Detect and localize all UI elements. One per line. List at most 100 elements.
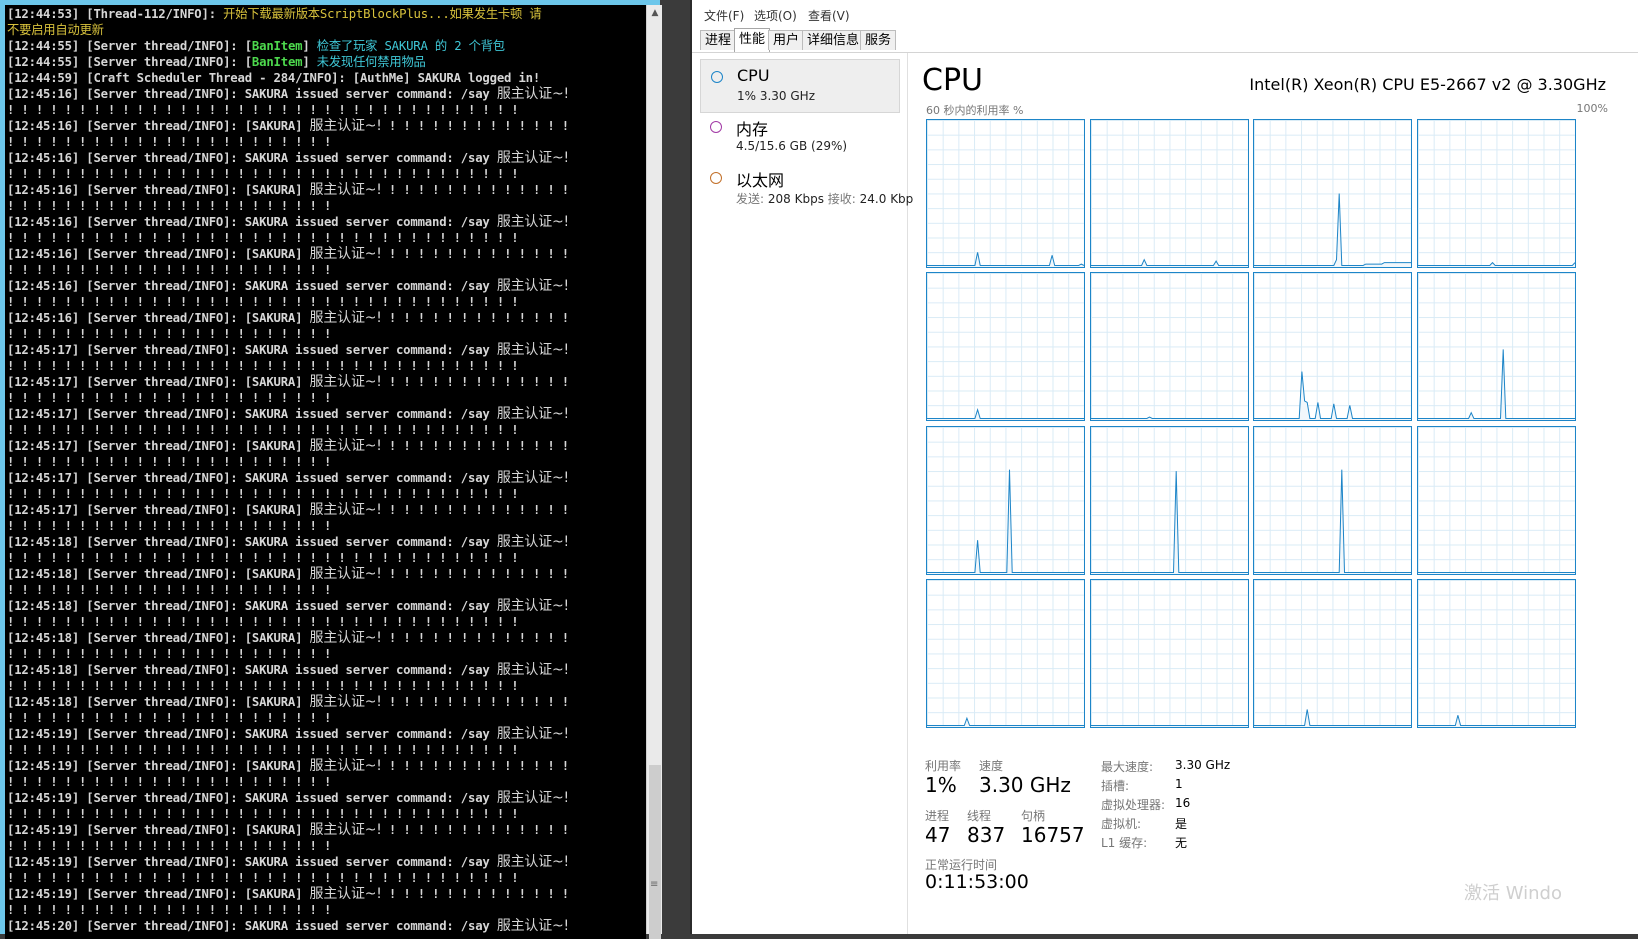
console-output[interactable]: [12:44:53] [Thread-112/INFO]: 开始下载最新版本Sc… — [5, 5, 646, 939]
console-scrollbar[interactable]: ▲ ≡ — [646, 5, 663, 939]
console-text: [12:44:59] [Craft Scheduler Thread - 284… — [7, 71, 541, 85]
console-line: ! ! ! ! ! ! ! ! ! ! ! ! ! ! ! ! ! ! ! ! … — [7, 486, 639, 502]
console-text: 服主认证~! — [309, 886, 382, 902]
console-line: ! ! ! ! ! ! ! ! ! ! ! ! ! ! ! ! ! ! ! ! … — [7, 902, 639, 918]
tab-services[interactable]: 服务 — [860, 30, 897, 50]
console-text: ! ! ! ! ! ! ! ! ! ! ! ! ! ! ! ! ! ! ! ! … — [7, 199, 332, 213]
console-window: [12:44:53] [Thread-112/INFO]: 开始下载最新版本Sc… — [0, 0, 663, 939]
cpu-core-graphs[interactable] — [926, 119, 1578, 731]
cpu-core-graph — [1089, 425, 1249, 575]
console-text: [12:45:16] [Server thread/INFO]: SAKURA … — [7, 215, 497, 229]
ethernet-recv-value: 24.0 Kbp — [859, 192, 914, 206]
cpu-core-line — [1254, 371, 1411, 420]
console-line: ! ! ! ! ! ! ! ! ! ! ! ! ! ! ! ! ! ! ! ! … — [7, 806, 639, 822]
menu-view[interactable]: 查看(V) — [808, 7, 850, 24]
tab-details[interactable]: 详细信息 — [802, 30, 865, 50]
cpu-panel: CPU Intel(R) Xeon(R) CPU E5-2667 v2 @ 3.… — [914, 53, 1634, 934]
console-text: ! ! ! ! ! ! ! ! ! ! ! ! ! — [381, 439, 569, 453]
console-text: ! ! ! ! ! ! ! ! ! ! ! ! ! ! ! ! ! ! ! ! … — [7, 359, 519, 373]
tab-processes[interactable]: 进程 — [700, 30, 737, 50]
cpu-core-line — [1254, 469, 1411, 573]
resource-ethernet[interactable]: 以太网 发送: 208 Kbps 接收: 24.0 Kbp — [700, 161, 913, 215]
console-text: ! ! ! ! ! ! ! ! ! ! ! ! ! — [381, 311, 569, 325]
cpu-core-line — [927, 252, 1084, 266]
console-line: ! ! ! ! ! ! ! ! ! ! ! ! ! ! ! ! ! ! ! ! … — [7, 710, 639, 726]
console-text: ! ! ! ! ! ! ! ! ! ! ! ! ! ! ! ! ! ! ! ! … — [7, 871, 519, 885]
console-text: 不要启用自动更新 — [7, 23, 104, 37]
console-line: ! ! ! ! ! ! ! ! ! ! ! ! ! ! ! ! ! ! ! ! … — [7, 454, 639, 470]
console-text: [12:44:53] [Thread-112/INFO]: — [7, 7, 224, 21]
ethernet-circle-icon — [710, 172, 722, 184]
console-text: ! ! ! ! ! ! ! ! ! ! ! ! ! ! ! ! ! ! ! ! … — [7, 647, 332, 661]
cpu-core-line — [1417, 349, 1575, 420]
console-text: ! ! ! ! ! ! ! ! ! ! ! ! ! — [381, 503, 569, 517]
console-text: [12:45:18] [Server thread/INFO]: [SAKURA… — [7, 631, 310, 645]
cpu-core-area — [1417, 262, 1575, 267]
resource-cpu-sub: 1% 3.30 GHz — [737, 89, 816, 103]
console-line: ! ! ! ! ! ! ! ! ! ! ! ! ! ! ! ! ! ! ! ! … — [7, 742, 639, 758]
menu-bar: 文件(F) 选项(O) 查看(V) — [692, 0, 1638, 26]
cpu-core-graph-svg — [1417, 571, 1575, 574]
cpu-core-graph-svg — [927, 716, 1084, 727]
console-line: [12:45:20] [Server thread/INFO]: SAKURA … — [7, 918, 639, 934]
console-text: [12:45:18] [Server thread/INFO]: SAKURA … — [7, 663, 497, 677]
console-text: [12:45:16] [Server thread/INFO]: [SAKURA… — [7, 247, 310, 261]
cpu-core-area — [1254, 709, 1411, 727]
console-line: ! ! ! ! ! ! ! ! ! ! ! ! ! ! ! ! ! ! ! ! … — [7, 518, 639, 534]
cpu-core-line — [927, 716, 1084, 726]
cpu-core-area — [1254, 469, 1411, 574]
console-text: [12:45:20] [Server thread/INFO]: SAKURA … — [7, 919, 497, 933]
cpu-core-graph — [926, 578, 1085, 728]
console-line: [12:45:17] [Server thread/INFO]: [SAKURA… — [7, 374, 639, 390]
scroll-grip-icon: ≡ — [650, 879, 659, 890]
console-text: 服主认证~! — [309, 630, 382, 646]
console-text: 服主认证~! — [309, 566, 382, 582]
spec-key-virtual-machine: 虚拟机: — [1101, 817, 1142, 831]
console-line: [12:45:19] [Server thread/INFO]: SAKURA … — [7, 790, 639, 806]
console-text: 服主认证~! — [309, 118, 382, 134]
console-text: 服主认证~! — [496, 214, 569, 230]
console-text: [12:45:18] [Server thread/INFO]: SAKURA … — [7, 599, 497, 613]
cpu-core-graph — [1416, 578, 1576, 728]
console-line: [12:45:19] [Server thread/INFO]: [SAKURA… — [7, 822, 639, 838]
console-text: BanItem — [251, 39, 303, 53]
memory-circle-icon — [710, 121, 722, 133]
menu-file[interactable]: 文件(F) — [704, 7, 744, 24]
resource-memory[interactable]: 内存 4.5/15.6 GB (29%) — [700, 110, 900, 164]
scroll-up-icon[interactable]: ▲ — [647, 5, 663, 21]
console-text: 服主认证~! — [496, 854, 569, 870]
console-line: ! ! ! ! ! ! ! ! ! ! ! ! ! ! ! ! ! ! ! ! … — [7, 870, 639, 886]
console-text: [12:45:17] [Server thread/INFO]: SAKURA … — [7, 407, 497, 421]
console-text: 服主认证~! — [309, 246, 382, 262]
console-line: [12:45:16] [Server thread/INFO]: SAKURA … — [7, 278, 639, 294]
console-text: ! ! ! ! ! ! ! ! ! ! ! ! ! ! ! ! ! ! ! ! … — [7, 135, 332, 149]
console-line: [12:45:16] [Server thread/INFO]: [SAKURA… — [7, 182, 639, 198]
console-line: ! ! ! ! ! ! ! ! ! ! ! ! ! ! ! ! ! ! ! ! … — [7, 838, 639, 854]
util-label: 利用率 — [925, 759, 962, 773]
spec-key-sockets: 插槽: — [1101, 779, 1130, 793]
console-text: 服主认证~! — [496, 534, 569, 550]
menu-options[interactable]: 选项(O) — [754, 7, 797, 24]
console-text: 未发现任何禁用物品 — [316, 55, 426, 69]
cpu-core-graph-svg — [1254, 709, 1411, 727]
tab-performance[interactable]: 性能 — [734, 28, 771, 52]
speed-value: 3.30 GHz — [979, 773, 1071, 797]
resource-cpu[interactable]: CPU 1% 3.30 GHz — [700, 59, 900, 113]
console-text: 服主认证~! — [496, 150, 569, 166]
console-text: [12:45:19] [Server thread/INFO]: SAKURA … — [7, 791, 497, 805]
spec-value-sockets: 1 — [1175, 777, 1183, 791]
console-text: ! ! ! ! ! ! ! ! ! ! ! ! ! — [381, 695, 569, 709]
tab-users[interactable]: 用户 — [768, 30, 805, 50]
console-text: 服主认证~! — [496, 470, 569, 486]
console-line: [12:45:18] [Server thread/INFO]: [SAKURA… — [7, 694, 639, 710]
scroll-thumb[interactable] — [649, 765, 661, 939]
console-text: ! ! ! ! ! ! ! ! ! ! ! ! ! ! ! ! ! ! ! ! … — [7, 455, 332, 469]
task-manager-window: 文件(F) 选项(O) 查看(V) 进程 性能 用户 详细信息 服务 CPU 1… — [690, 0, 1638, 934]
cpu-core-graph-svg — [1254, 193, 1411, 267]
console-text: 服主认证~! — [309, 758, 382, 774]
cpu-core-graph — [1416, 425, 1576, 575]
console-text: 服主认证~! — [496, 662, 569, 678]
cpu-core-line — [1090, 258, 1248, 266]
console-text: 服主认证~! — [309, 374, 382, 390]
console-text: ! ! ! ! ! ! ! ! ! ! ! ! ! ! ! ! ! ! ! ! … — [7, 551, 519, 565]
